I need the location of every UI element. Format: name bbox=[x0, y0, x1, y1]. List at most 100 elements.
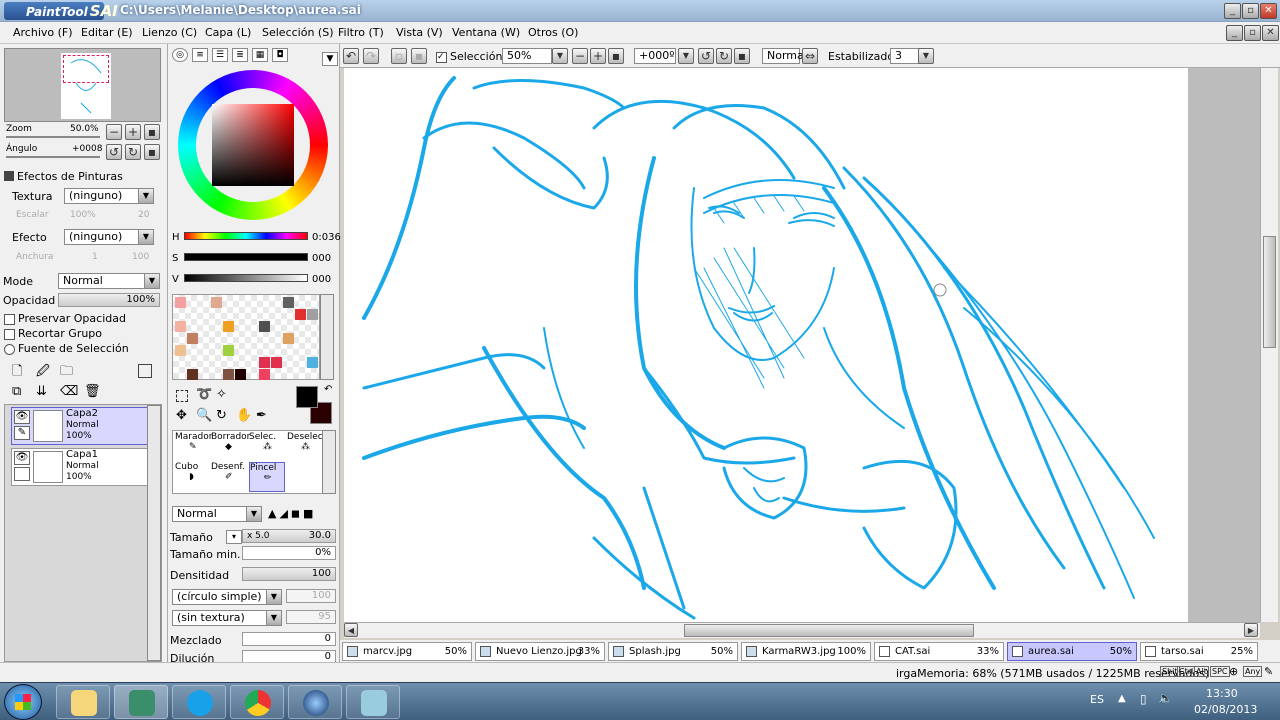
tab-karmarw3[interactable]: KarmaRW3.jpg 100% bbox=[741, 642, 871, 661]
undo-button[interactable]: ↶ bbox=[343, 48, 359, 64]
new-linework-layer-icon[interactable]: 🖉 bbox=[36, 362, 50, 384]
tool-brush[interactable]: Pincel ✏ bbox=[249, 462, 285, 492]
taskbar-itunes[interactable] bbox=[288, 685, 342, 719]
hsv-slider-tab-icon[interactable]: ☰ bbox=[212, 48, 228, 62]
layer-mask-icon[interactable] bbox=[138, 364, 152, 378]
sat-slider[interactable] bbox=[184, 253, 308, 261]
clock-date[interactable]: 02/08/2013 bbox=[1194, 703, 1257, 716]
rotate-left-button[interactable]: ↺ bbox=[106, 144, 122, 160]
layer-item-capa2[interactable]: 👁 ✎ Capa2 Normal 100% bbox=[11, 407, 151, 445]
min-size-slider[interactable]: 0% bbox=[242, 546, 336, 560]
mixer-tab-icon[interactable]: ≣ bbox=[232, 48, 248, 62]
tab-tarso[interactable]: tarso.sai 25% bbox=[1140, 642, 1258, 661]
close-button[interactable]: ✕ bbox=[1260, 3, 1277, 19]
trash-icon[interactable]: 🗑 bbox=[84, 384, 101, 399]
tool-blur[interactable]: Desenf. ✐ bbox=[211, 462, 247, 492]
swatch[interactable] bbox=[259, 369, 270, 380]
swatch[interactable] bbox=[187, 333, 198, 344]
collapse-icon[interactable] bbox=[4, 171, 14, 181]
lock-icon[interactable] bbox=[14, 467, 30, 481]
swatch-scrollbar[interactable] bbox=[320, 294, 334, 380]
swatch[interactable] bbox=[259, 357, 270, 368]
swatch[interactable] bbox=[211, 297, 222, 308]
taskbar-explorer[interactable] bbox=[56, 685, 110, 719]
chevron-down-icon[interactable]: ▼ bbox=[918, 48, 934, 64]
chevron-down-icon[interactable]: ▼ bbox=[552, 48, 568, 64]
preserve-opacity-checkbox[interactable]: Preservar Opacidad bbox=[4, 312, 126, 325]
new-folder-icon[interactable]: 🗀 bbox=[60, 362, 73, 384]
zoom-reset-button[interactable]: ▪ bbox=[144, 124, 160, 140]
drawing-canvas[interactable] bbox=[344, 68, 1188, 622]
tab-cat[interactable]: CAT.sai 33% bbox=[874, 642, 1004, 661]
clear-layer-icon[interactable]: ⌫ bbox=[60, 384, 78, 399]
foreground-color[interactable] bbox=[296, 386, 318, 408]
zoom-slider[interactable] bbox=[6, 136, 100, 138]
zoom-in-button[interactable]: + bbox=[125, 124, 141, 140]
swatch[interactable] bbox=[295, 309, 306, 320]
opacity-slider[interactable]: 100% bbox=[58, 293, 160, 307]
language-indicator[interactable]: ES bbox=[1090, 693, 1104, 706]
doc-close-button[interactable]: ✕ bbox=[1262, 25, 1279, 41]
navigator-viewport[interactable] bbox=[63, 55, 109, 83]
eye-icon[interactable]: 👁 bbox=[14, 410, 30, 424]
color-square[interactable] bbox=[212, 104, 294, 186]
texture-select[interactable]: (ninguno) ▼ bbox=[64, 188, 154, 204]
rotate-right-button[interactable]: ↻ bbox=[125, 144, 141, 160]
vertical-scroll-thumb[interactable] bbox=[1263, 236, 1276, 348]
tool-eraser[interactable]: Borrador ◆ bbox=[211, 432, 250, 462]
zoom-out-button[interactable]: − bbox=[106, 124, 122, 140]
shape-amount[interactable]: 100 bbox=[286, 589, 336, 603]
tool-scrollbar[interactable] bbox=[322, 430, 336, 494]
layer-item-capa1[interactable]: 👁 Capa1 Normal 100% bbox=[11, 448, 151, 486]
brush-edge-icons[interactable]: ▲◢◼■ bbox=[268, 507, 316, 520]
swatch[interactable] bbox=[187, 369, 198, 380]
tool-marker[interactable]: Marador ✎ bbox=[175, 432, 212, 462]
tool-bucket[interactable]: Cubo ◗ bbox=[175, 462, 211, 492]
clock-time[interactable]: 13:30 bbox=[1206, 687, 1238, 700]
tab-nuevo-lienzo[interactable]: Nuevo Lienzo.jpg 33% bbox=[475, 642, 605, 661]
selection-checkbox[interactable]: ✓ Selección bbox=[436, 50, 502, 63]
color-wheel[interactable] bbox=[178, 70, 328, 220]
selection-source-radio[interactable]: Fuente de Selección bbox=[4, 342, 129, 355]
eyedropper-icon[interactable]: ✒ bbox=[256, 408, 267, 423]
redo-button[interactable]: ↷ bbox=[363, 48, 379, 64]
new-layer-icon[interactable]: 🗋 bbox=[12, 362, 22, 384]
menu-seleccion[interactable]: Selección (S) bbox=[262, 26, 334, 39]
swatch[interactable] bbox=[271, 357, 282, 368]
rotate-reset-button[interactable]: ▪ bbox=[144, 144, 160, 160]
menu-vista[interactable]: Vista (V) bbox=[396, 26, 443, 39]
canvas-horizontal-scrollbar[interactable]: ◀ ▶ bbox=[344, 622, 1260, 638]
scroll-right-icon[interactable]: ▶ bbox=[1244, 623, 1258, 637]
tool-deselect[interactable]: Deselec. ⁂ bbox=[287, 432, 326, 462]
volume-icon[interactable]: 🔈 bbox=[1158, 691, 1173, 705]
zoom-tool-icon[interactable]: 🔍 bbox=[196, 408, 212, 423]
zoom-input[interactable]: 50% bbox=[502, 48, 552, 64]
layer-scrollbar[interactable] bbox=[147, 405, 161, 661]
menu-lienzo[interactable]: Lienzo (C) bbox=[142, 26, 197, 39]
swatch[interactable] bbox=[283, 333, 294, 344]
swatch[interactable] bbox=[259, 321, 270, 332]
blend-mode-input[interactable]: Normal bbox=[762, 48, 807, 64]
eye-icon[interactable]: 👁 bbox=[14, 451, 30, 465]
navigator-thumbnail[interactable] bbox=[4, 48, 161, 122]
angle-slider[interactable] bbox=[6, 156, 100, 158]
rotate-left-icon[interactable]: ↺ bbox=[698, 48, 714, 64]
copy-layer-icon[interactable]: ⧉ bbox=[12, 384, 21, 399]
menu-archivo[interactable]: Archivo (F) bbox=[13, 26, 73, 39]
rotate-right-icon[interactable]: ↻ bbox=[716, 48, 732, 64]
horizontal-scroll-thumb[interactable] bbox=[684, 624, 974, 637]
taskbar-control-panel[interactable] bbox=[346, 685, 400, 719]
start-button[interactable] bbox=[4, 684, 42, 720]
move-tool-icon[interactable]: ✥ bbox=[176, 408, 187, 423]
zoom-reset-icon[interactable]: ▪ bbox=[608, 48, 624, 64]
scroll-left-icon[interactable]: ◀ bbox=[344, 623, 358, 637]
clip-group-checkbox[interactable]: Recortar Grupo bbox=[4, 327, 102, 340]
marquee-tool-icon[interactable] bbox=[176, 390, 188, 402]
color-wheel-tab-icon[interactable]: ◎ bbox=[172, 48, 188, 62]
swatch-tab-icon[interactable]: ▦ bbox=[252, 48, 268, 62]
swatch[interactable] bbox=[283, 297, 294, 308]
menu-otros[interactable]: Otros (O) bbox=[528, 26, 578, 39]
rotate-reset-icon[interactable]: ▪ bbox=[734, 48, 750, 64]
doc-restore-button[interactable]: ▫ bbox=[1244, 25, 1261, 41]
tab-splash[interactable]: Splash.jpg 50% bbox=[608, 642, 738, 661]
